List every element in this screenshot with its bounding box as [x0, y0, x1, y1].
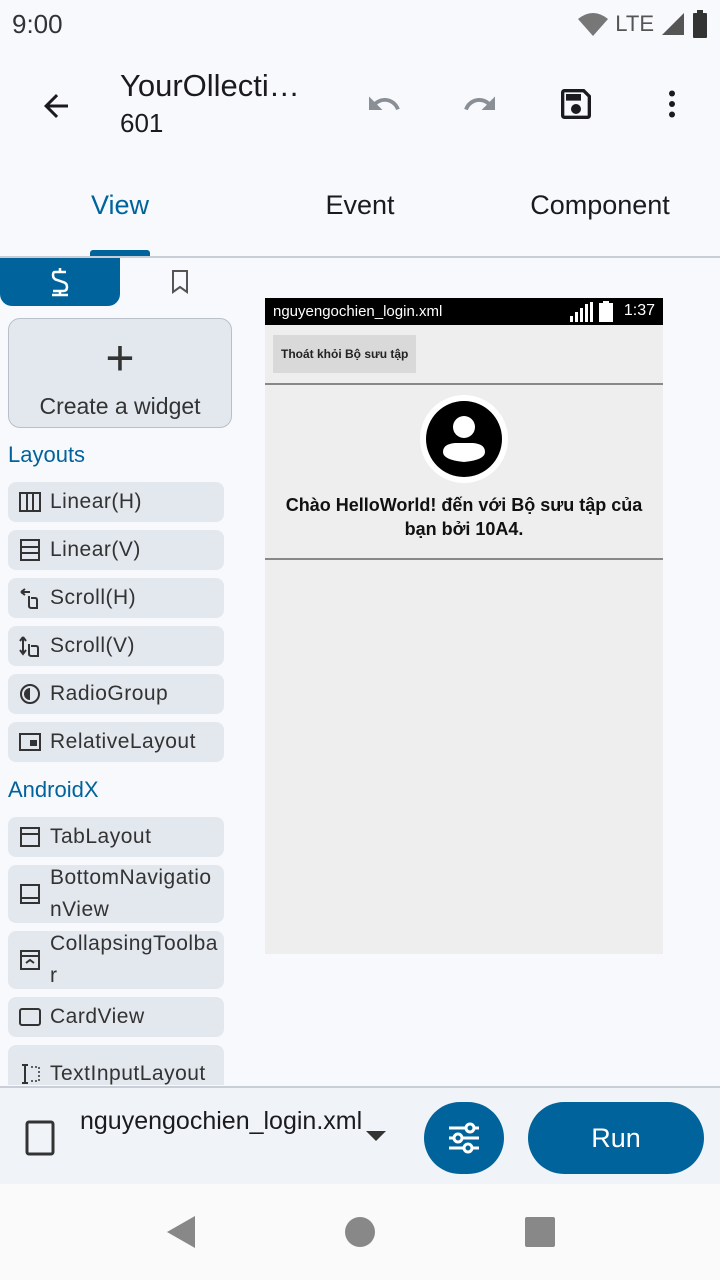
- palette-item-tablayout[interactable]: TabLayout: [8, 817, 224, 857]
- palette-item-scroll-h[interactable]: Scroll(H): [8, 578, 224, 618]
- palette-item-collapsingtoolbar[interactable]: CollapsingToolbar: [8, 931, 224, 989]
- preview-status-filename: nguyengochien_login.xml: [273, 303, 443, 320]
- widgets-palette-icon: [51, 268, 69, 297]
- preview-toolbar: Thoát khỏi Bộ sưu tập: [265, 325, 663, 385]
- palette-item-scroll-v[interactable]: Scroll(V): [8, 626, 224, 666]
- system-navigation-bar: [0, 1184, 720, 1280]
- account-circle-icon: [426, 401, 502, 477]
- palette-item-label: Linear(V): [50, 538, 141, 561]
- properties-button[interactable]: [424, 1102, 504, 1174]
- chevron-down-icon[interactable]: [364, 1128, 388, 1144]
- layouts-header: Layouts: [8, 442, 86, 467]
- palette-item-label: BottomNavigationView: [50, 866, 212, 921]
- card-view-icon: [18, 1005, 42, 1029]
- wifi-icon: [578, 13, 609, 36]
- palette-item-radiogroup[interactable]: RadioGroup: [8, 674, 224, 714]
- redo-icon: [464, 96, 495, 111]
- save-icon: [561, 89, 591, 119]
- palette-item-label: TabLayout: [50, 825, 152, 848]
- palette-item-linear-v[interactable]: Linear(V): [8, 530, 224, 570]
- signal-icon: [662, 13, 684, 35]
- preview-status-bar: nguyengochien_login.xml 1:37: [265, 298, 663, 325]
- triangle-back-icon: [167, 1216, 195, 1248]
- tab-view[interactable]: View: [0, 190, 240, 221]
- bookmark-icon: [172, 270, 188, 294]
- palette-clip: TextInputLayout: [0, 1045, 240, 1085]
- palette-item-textinputlayout[interactable]: TextInputLayout: [8, 1045, 224, 1085]
- phone-layout-icon: [25, 1120, 55, 1156]
- create-widget-label: Create a widget: [39, 393, 201, 419]
- palette-item-label: Linear(H): [50, 490, 143, 513]
- collapsing-toolbar-icon: [18, 948, 42, 972]
- nav-home-button[interactable]: [340, 1212, 380, 1252]
- circle-home-icon: [345, 1217, 375, 1247]
- palette-item-bottomnavigationview[interactable]: BottomNavigationView: [8, 865, 224, 923]
- undo-icon: [369, 96, 400, 110]
- nav-back-button[interactable]: [160, 1212, 200, 1252]
- palette-tabs: [0, 258, 240, 306]
- bottom-action-bar: nguyengochien_login.xml Run: [0, 1086, 720, 1184]
- project-title: YourOllecti…: [120, 68, 300, 103]
- status-bar: 9:00 LTE: [0, 0, 720, 50]
- app-bar: YourOllecti… 601: [0, 50, 720, 160]
- undo-button[interactable]: [358, 78, 410, 130]
- palette-tab-widgets[interactable]: [0, 258, 120, 306]
- tab-indicator: [90, 250, 150, 256]
- run-button[interactable]: Run: [528, 1102, 704, 1174]
- preview-status-time: 1:37: [623, 302, 655, 319]
- palette-item-label: CollapsingToolbar: [50, 932, 218, 987]
- create-widget-button[interactable]: + Create a widget: [8, 318, 232, 428]
- relative-layout-icon: [18, 730, 42, 754]
- tab-layout-icon: [18, 825, 42, 849]
- androidx-header: AndroidX: [8, 777, 99, 802]
- status-icons: LTE: [577, 10, 708, 38]
- status-time: 9:00: [12, 9, 63, 39]
- nav-recents-button[interactable]: [520, 1212, 560, 1252]
- palette-item-label: RadioGroup: [50, 682, 169, 705]
- palette-item-linear-h[interactable]: Linear(H): [8, 482, 224, 522]
- linear-horizontal-icon: [18, 490, 42, 514]
- redo-button[interactable]: [454, 78, 506, 130]
- save-button[interactable]: [550, 78, 602, 130]
- palette-item-label: CardView: [50, 1005, 145, 1028]
- palette-item-label: RelativeLayout: [50, 730, 196, 753]
- back-button[interactable]: [30, 80, 82, 132]
- scroll-horizontal-icon: [18, 586, 42, 610]
- preview-battery-icon: [599, 301, 613, 322]
- battery-icon: [693, 10, 707, 38]
- tab-component[interactable]: Component: [480, 190, 720, 221]
- scroll-vertical-icon: [18, 634, 42, 658]
- bottom-navigation-icon: [18, 882, 42, 906]
- palette-item-label: Scroll(V): [50, 634, 136, 657]
- palette-tab-bookmarks[interactable]: [120, 258, 240, 306]
- tab-event[interactable]: Event: [240, 190, 480, 221]
- linear-vertical-icon: [18, 538, 42, 562]
- palette-item-label: Scroll(H): [50, 586, 137, 609]
- radio-group-icon: [18, 682, 42, 706]
- project-subtitle: 601: [120, 108, 164, 138]
- current-file-name[interactable]: nguyengochien_login.xml: [80, 1104, 362, 1138]
- square-recents-icon: [525, 1217, 555, 1247]
- layout-preview[interactable]: nguyengochien_login.xml 1:37 Thoát khỏi …: [265, 298, 663, 954]
- tune-icon: [449, 1122, 479, 1154]
- palette-item-relativelayout[interactable]: RelativeLayout: [8, 722, 224, 762]
- palette-item-cardview[interactable]: CardView: [8, 997, 224, 1037]
- more-vert-icon: [669, 90, 675, 118]
- arrow-back-icon: [44, 94, 68, 118]
- welcome-text: Chào HelloWorld! đến với Bộ sưu tập của …: [285, 495, 643, 539]
- text-input-layout-icon: [18, 1062, 42, 1085]
- palette-item-label: TextInputLayout: [50, 1062, 206, 1085]
- exit-collection-button[interactable]: Thoát khỏi Bộ sưu tập: [273, 335, 417, 373]
- add-icon: +: [105, 330, 135, 386]
- more-options-button[interactable]: [646, 78, 698, 130]
- editor-tabs: View Event Component: [0, 160, 720, 258]
- avatar: [420, 395, 508, 483]
- preview-welcome-card: Chào HelloWorld! đến với Bộ sưu tập của …: [265, 385, 663, 560]
- preview-signal-icon: [570, 302, 593, 322]
- network-type-label: LTE: [615, 11, 654, 36]
